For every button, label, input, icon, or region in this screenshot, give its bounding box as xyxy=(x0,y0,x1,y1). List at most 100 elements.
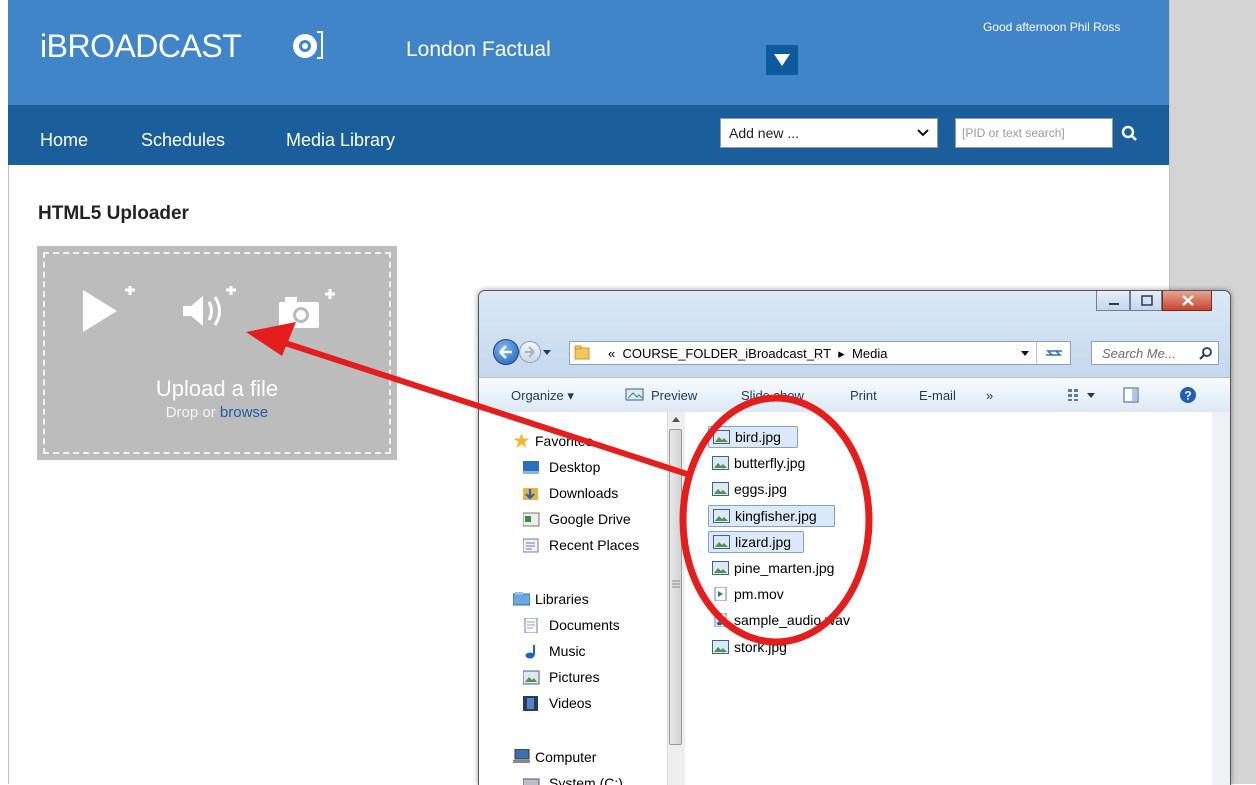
file-item[interactable]: pm.mov xyxy=(708,584,808,606)
preview-pane-icon[interactable] xyxy=(1123,387,1139,403)
brand-logo-icon xyxy=(293,31,323,59)
image-file-icon xyxy=(712,482,729,496)
add-new-label: Add new ... xyxy=(729,125,800,141)
address-dropdown-icon[interactable] xyxy=(1020,350,1030,358)
file-explorer-window[interactable]: « COURSE_FOLDER_iBroadcast_RT ▸ Media Se… xyxy=(478,290,1231,785)
grip-icon xyxy=(672,580,680,588)
site-header: iBROADCAST London Factual Good afternoon… xyxy=(8,0,1169,105)
close-button[interactable] xyxy=(1162,291,1212,311)
music-icon xyxy=(525,645,535,659)
videos-icon xyxy=(523,696,538,711)
file-item[interactable]: sample_audio.wav xyxy=(708,610,868,632)
file-item[interactable]: stork.jpg xyxy=(708,637,808,659)
organize-menu[interactable]: Organize ▾ xyxy=(511,388,574,404)
arrow-left-icon xyxy=(499,345,512,359)
triangle-down-icon xyxy=(774,54,790,66)
file-name: butterfly.jpg xyxy=(734,455,806,471)
email-button[interactable]: E-mail xyxy=(919,388,956,403)
scroll-up-icon[interactable] xyxy=(671,415,681,423)
nav-documents[interactable]: Documents xyxy=(549,617,620,633)
add-audio-icon xyxy=(183,286,236,326)
search-input[interactable] xyxy=(955,118,1113,148)
image-file-icon xyxy=(712,561,729,575)
pictures-icon xyxy=(523,670,540,685)
desktop-icon xyxy=(523,461,539,474)
organization-dropdown-button[interactable] xyxy=(766,45,798,75)
nav-favorites[interactable]: Favorites xyxy=(535,433,593,449)
maximize-icon xyxy=(1141,295,1153,306)
nav-videos[interactable]: Videos xyxy=(549,695,592,711)
refresh-icon xyxy=(1046,350,1062,356)
forward-button[interactable] xyxy=(519,341,541,363)
file-item[interactable]: eggs.jpg xyxy=(708,479,808,501)
google-drive-icon xyxy=(523,512,540,527)
nav-home[interactable]: Home xyxy=(40,130,88,151)
upload-title: Upload a file xyxy=(155,376,279,401)
explorer-search-box[interactable]: Search Me... xyxy=(1091,341,1219,365)
back-button[interactable] xyxy=(493,339,519,365)
more-commands-button[interactable]: » xyxy=(986,388,993,403)
add-new-select[interactable]: Add new ... xyxy=(720,118,938,148)
history-dropdown-icon[interactable] xyxy=(542,349,552,357)
brand-logo-text[interactable]: iBROADCAST xyxy=(40,28,242,65)
preview-button[interactable]: Preview xyxy=(651,388,697,403)
browser-page: iBROADCAST London Factual Good afternoon… xyxy=(0,0,1256,785)
path-media[interactable]: Media xyxy=(852,346,887,361)
add-video-icon xyxy=(83,286,135,332)
file-name: lizard.jpg xyxy=(735,534,792,550)
nav-schedules[interactable]: Schedules xyxy=(141,130,225,151)
image-file-icon xyxy=(713,430,730,444)
documents-icon xyxy=(524,618,538,633)
libraries-icon xyxy=(513,592,530,606)
chevron-down-icon xyxy=(917,129,929,137)
add-image-icon xyxy=(279,289,335,328)
file-pane-edge xyxy=(1212,412,1230,785)
print-button[interactable]: Print xyxy=(850,388,877,403)
star-icon xyxy=(513,433,530,448)
slideshow-button[interactable]: Slide show xyxy=(741,388,804,403)
folder-icon xyxy=(574,345,590,360)
maximize-button[interactable] xyxy=(1130,291,1162,311)
file-name: kingfisher.jpg xyxy=(735,508,817,524)
nav-recent-places[interactable]: Recent Places xyxy=(549,537,639,553)
path-folder[interactable]: COURSE_FOLDER_iBroadcast_RT xyxy=(622,346,831,361)
nav-downloads[interactable]: Downloads xyxy=(549,485,618,501)
nav-music[interactable]: Music xyxy=(549,643,586,659)
close-icon xyxy=(1182,295,1194,306)
address-bar[interactable]: « COURSE_FOLDER_iBroadcast_RT ▸ Media xyxy=(569,341,1071,365)
refresh-button[interactable] xyxy=(1036,342,1071,364)
navigation-scroll-thumb[interactable] xyxy=(669,429,682,745)
file-item[interactable]: bird.jpg xyxy=(708,426,798,448)
image-file-icon xyxy=(712,456,729,470)
minimize-button[interactable] xyxy=(1096,291,1130,311)
file-item[interactable]: pine_marten.jpg xyxy=(708,558,848,580)
nav-libraries[interactable]: Libraries xyxy=(535,591,589,607)
recent-places-icon xyxy=(523,538,539,553)
nav-google-drive[interactable]: Google Drive xyxy=(549,511,631,527)
view-options-icon[interactable] xyxy=(1067,388,1097,402)
path-separator: ▸ xyxy=(838,346,845,361)
nav-desktop[interactable]: Desktop xyxy=(549,459,600,475)
minimize-icon xyxy=(1109,303,1119,305)
file-item[interactable]: lizard.jpg xyxy=(708,531,804,553)
path-overflow[interactable]: « xyxy=(608,346,615,361)
file-name: pm.mov xyxy=(734,586,784,602)
file-name: eggs.jpg xyxy=(734,481,787,497)
search-icon[interactable] xyxy=(1120,124,1140,144)
nav-computer[interactable]: Computer xyxy=(535,749,596,765)
search-icon xyxy=(1199,347,1212,360)
file-name: sample_audio.wav xyxy=(734,612,850,628)
image-file-icon xyxy=(712,640,729,654)
preview-icon xyxy=(625,388,644,401)
audio-file-icon xyxy=(714,613,727,627)
browse-link[interactable]: browse xyxy=(220,404,268,421)
upload-dropzone[interactable]: Upload a file Drop or browse xyxy=(37,246,397,460)
nav-media-library[interactable]: Media Library xyxy=(286,130,395,151)
file-item[interactable]: kingfisher.jpg xyxy=(708,505,835,527)
file-item[interactable]: butterfly.jpg xyxy=(708,453,838,475)
nav-pictures[interactable]: Pictures xyxy=(549,669,600,685)
file-name: bird.jpg xyxy=(735,429,781,445)
help-icon[interactable]: ? xyxy=(1179,386,1197,404)
upload-dropzone-border xyxy=(43,252,391,454)
image-file-icon xyxy=(713,509,730,523)
